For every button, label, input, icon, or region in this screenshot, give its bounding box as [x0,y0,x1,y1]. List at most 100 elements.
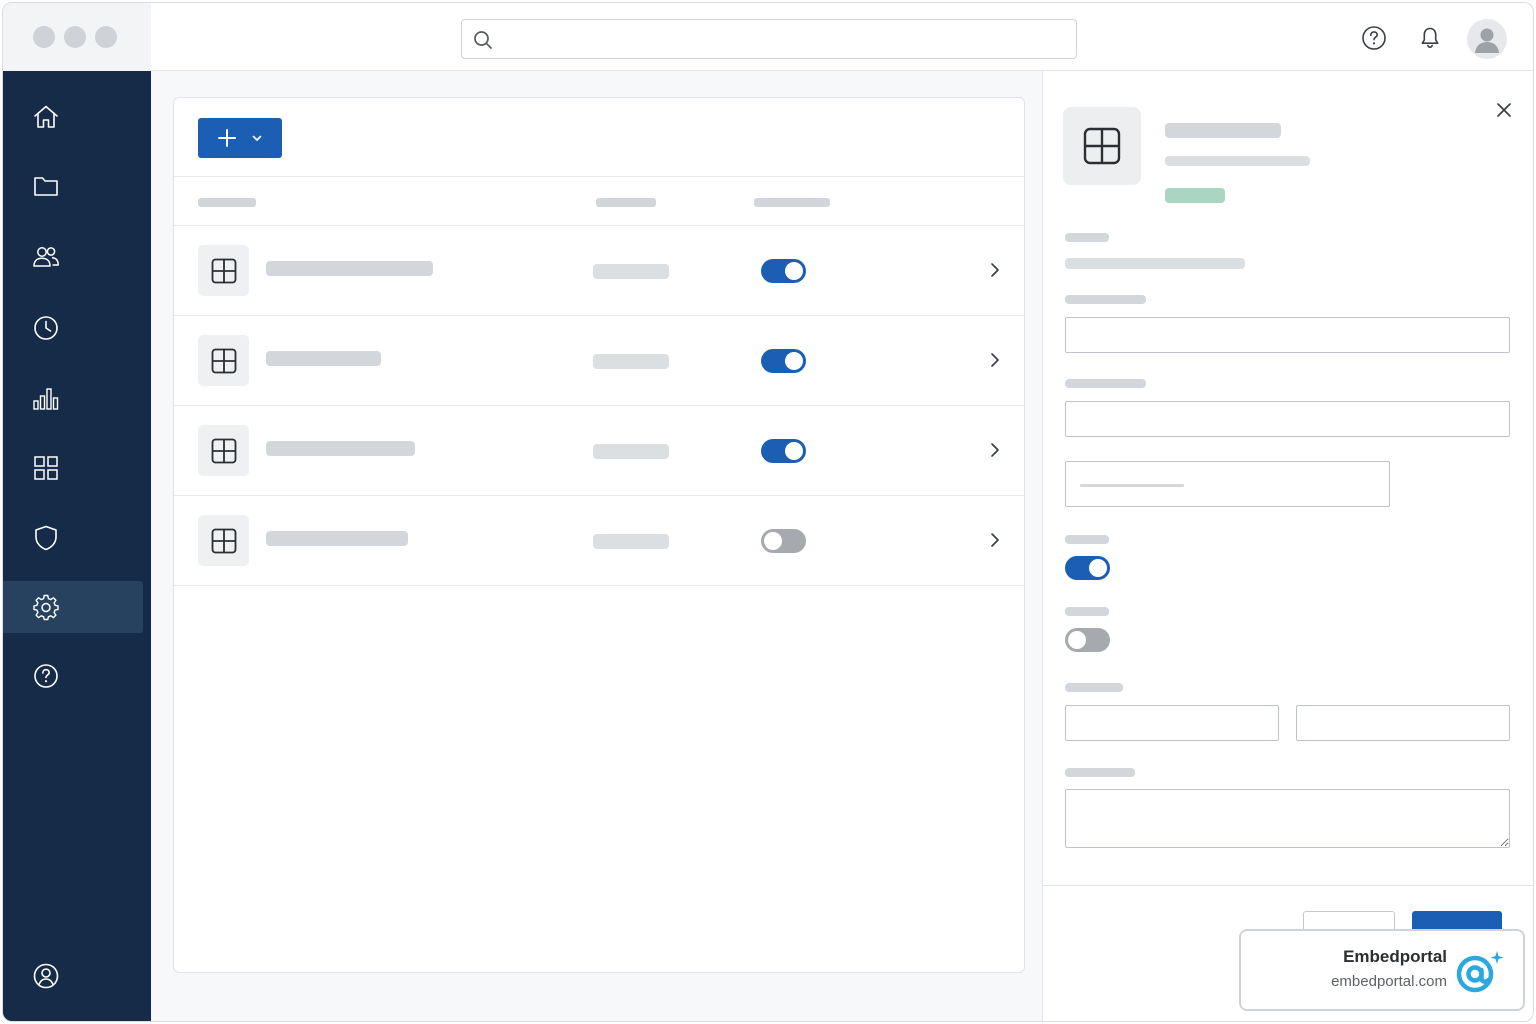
item-thumbnail [1063,107,1141,185]
sidebar-item-history[interactable] [3,302,143,354]
grid-tile-icon [211,438,236,463]
plus-icon [218,129,236,147]
sidebar-item-security[interactable] [3,512,143,564]
row-thumbnail [198,335,249,386]
row-type-placeholder [593,534,669,549]
setting-toggle-1[interactable] [1065,556,1110,580]
chevron-right-icon[interactable] [984,259,1006,281]
row-status-toggle[interactable] [761,439,806,463]
toolbar-divider [174,176,1024,177]
row-type-placeholder [593,444,669,459]
close-panel-button[interactable] [1491,97,1517,123]
field-label [1065,768,1135,777]
row-status-toggle[interactable] [761,259,806,283]
sidebar-item-dashboard[interactable] [3,442,143,494]
watermark-name: Embedportal [1343,947,1447,966]
watermark-url: embedportal.com [1331,973,1447,990]
window-minimize-button[interactable] [64,26,86,48]
item-list-card [173,97,1025,973]
select-value-placeholder [1080,484,1184,487]
search-input[interactable] [502,26,1062,52]
row-name-placeholder [266,351,381,366]
close-icon [1497,103,1511,117]
column-header-status [754,198,830,207]
help-icon [34,664,58,688]
home-icon [34,105,58,128]
row-thumbnail [198,245,249,296]
top-bar [3,3,1533,71]
table-row[interactable] [174,406,1024,496]
field-label [1065,379,1146,388]
panel-subtitle-placeholder [1165,156,1310,166]
at-sign-logo-icon [1456,951,1504,993]
setting-toggle-2[interactable] [1065,628,1110,652]
row-name-placeholder [266,531,408,546]
row-name-placeholder [266,261,433,276]
sidebar [3,71,151,1021]
shield-icon [35,525,57,551]
text-field-2[interactable] [1065,401,1510,437]
row-status-toggle[interactable] [761,529,806,553]
notes-textarea[interactable] [1065,789,1510,848]
row-thumbnail [198,425,249,476]
window-controls [3,3,151,71]
search-icon [474,31,492,49]
bar-chart-icon [33,388,59,410]
account-icon [33,963,59,989]
grid-tile-icon [211,348,236,373]
grid-tile-icon [211,258,236,283]
grid-icon [34,456,58,480]
text-field-right[interactable] [1296,705,1510,741]
bell-icon[interactable] [1417,25,1443,51]
watermark-card: Embedportal embedportal.com [1239,929,1525,1011]
field-label [1065,295,1146,304]
user-avatar[interactable] [1467,19,1507,59]
window-maximize-button[interactable] [95,26,117,48]
sidebar-item-files[interactable] [3,160,143,212]
chevron-down-icon [252,135,262,141]
grid-tile-icon [1083,127,1121,165]
gear-icon [33,594,59,621]
table-row[interactable] [174,496,1024,586]
help-icon[interactable] [1361,25,1387,51]
detail-panel [1042,71,1533,1021]
status-badge [1165,188,1225,203]
sidebar-item-analytics[interactable] [3,373,143,425]
panel-title-placeholder [1165,123,1281,138]
column-header-name [198,198,256,207]
folder-icon [34,177,58,196]
field-label [1065,233,1109,242]
sidebar-item-account[interactable] [3,950,143,1002]
toggle-label [1065,535,1109,544]
row-name-placeholder [266,441,415,456]
user-silhouette-icon [1475,28,1499,53]
table-row[interactable] [174,226,1024,316]
panel-footer-divider [1043,885,1533,886]
row-type-placeholder [593,354,669,369]
column-header-type [596,198,656,207]
sidebar-item-home[interactable] [3,91,143,143]
chevron-right-icon[interactable] [984,439,1006,461]
row-type-placeholder [593,264,669,279]
users-icon [33,247,59,267]
add-button[interactable] [198,118,282,158]
sidebar-item-users[interactable] [3,231,143,283]
row-status-toggle[interactable] [761,349,806,373]
field-label [1065,683,1123,692]
toggle-label [1065,607,1109,616]
text-field-left[interactable] [1065,705,1279,741]
text-field-1[interactable] [1065,317,1510,353]
window-close-button[interactable] [33,26,55,48]
field-value-placeholder [1065,258,1245,269]
row-thumbnail [198,515,249,566]
table-row[interactable] [174,316,1024,406]
clock-icon [34,316,58,340]
sidebar-item-settings[interactable] [3,581,143,633]
sidebar-item-help[interactable] [3,650,143,702]
grid-tile-icon [211,528,236,553]
chevron-right-icon[interactable] [984,349,1006,371]
search-box[interactable] [461,19,1077,59]
chevron-right-icon[interactable] [984,529,1006,551]
app-window: Embedportal embedportal.com [2,2,1534,1022]
select-field[interactable] [1065,461,1390,507]
